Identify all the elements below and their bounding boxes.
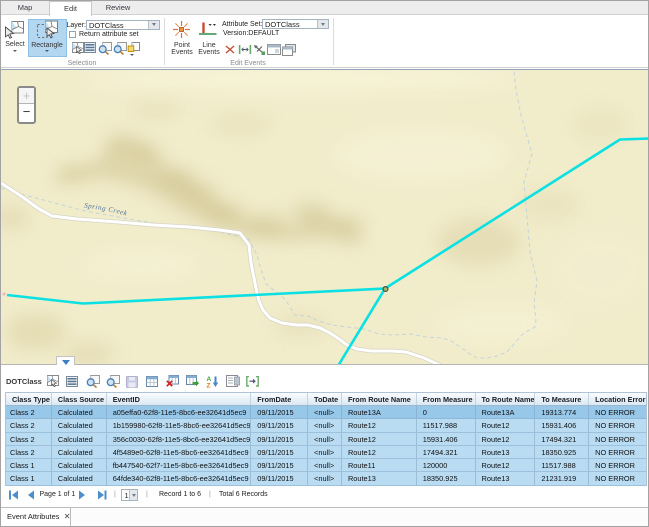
svg-text:Z: Z xyxy=(207,382,211,388)
